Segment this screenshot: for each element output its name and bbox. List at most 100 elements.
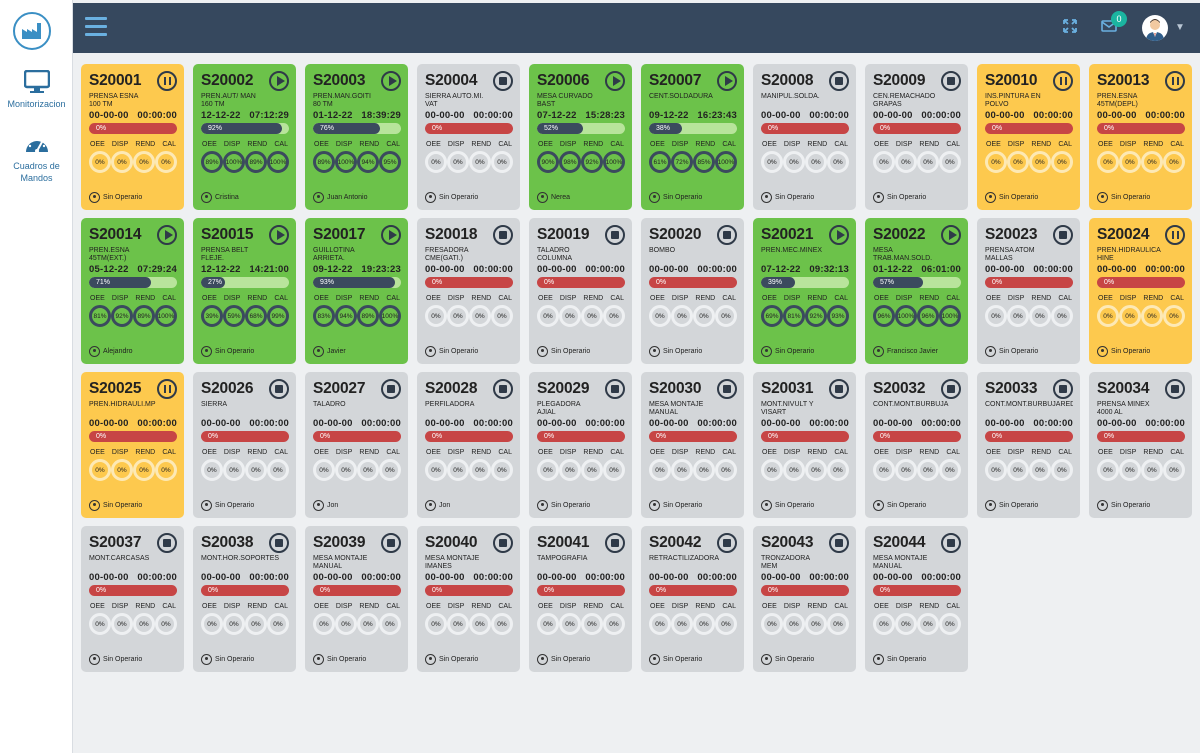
stop-status-icon[interactable] — [941, 533, 961, 553]
machine-card[interactable]: S20031 MONT.NIVULT Y VISART 00-00-00 00:… — [753, 372, 856, 518]
machine-card[interactable]: S20032 CONT.MONT.BURBUJA 00-00-00 00:00:… — [865, 372, 968, 518]
menu-toggle-icon[interactable] — [85, 17, 107, 37]
stop-status-icon[interactable] — [829, 379, 849, 399]
stop-status-icon[interactable] — [829, 533, 849, 553]
machine-id: S20017 — [313, 226, 366, 243]
machine-card[interactable]: S20022 MESA TRAB.MAN.SOLD. 01-12-22 06:0… — [865, 218, 968, 364]
machine-card[interactable]: S20014 PREN.ESNA 45TM(EXT.) 05-12-22 07:… — [81, 218, 184, 364]
machine-card[interactable]: S20020 BOMBO 00-00-00 00:00:00 0% OEE DI… — [641, 218, 744, 364]
machine-card[interactable]: S20008 MANIPUL.SOLDA. 00-00-00 00:00:00 … — [753, 64, 856, 210]
operator-name: Sin Operario — [887, 502, 927, 509]
machine-card[interactable]: S20002 PREN.AUT/ MAN 160 TM 12-12-22 07:… — [193, 64, 296, 210]
play-status-icon[interactable] — [269, 225, 289, 245]
play-status-icon[interactable] — [605, 71, 625, 91]
pause-status-icon[interactable] — [1053, 71, 1073, 91]
machine-card[interactable]: S20023 PRENSA ATOM MALLAS 00-00-00 00:00… — [977, 218, 1080, 364]
machine-card[interactable]: S20018 FRESADORA CME(GATI.) 00-00-00 00:… — [417, 218, 520, 364]
machine-card[interactable]: S20037 MONT.CARCASAS 00-00-00 00:00:00 0… — [81, 526, 184, 672]
stop-status-icon[interactable] — [717, 379, 737, 399]
play-status-icon[interactable] — [829, 225, 849, 245]
machine-card[interactable]: S20041 TAMPOGRAFIA 00-00-00 00:00:00 0% … — [529, 526, 632, 672]
stop-status-icon[interactable] — [717, 225, 737, 245]
stop-status-icon[interactable] — [605, 533, 625, 553]
machine-card[interactable]: S20029 PLEGADORA AJIAL 00-00-00 00:00:00… — [529, 372, 632, 518]
stop-status-icon[interactable] — [493, 533, 513, 553]
machine-card[interactable]: S20042 RETRACTILIZADORA 00-00-00 00:00:0… — [641, 526, 744, 672]
cal-label: CAL — [386, 141, 400, 148]
stop-status-icon[interactable] — [1165, 379, 1185, 399]
machine-card[interactable]: S20004 SIERRA AUTO.MI. VAT 00-00-00 00:0… — [417, 64, 520, 210]
machine-card[interactable]: S20017 GUILLOTINA ARRIETA. 09-12-22 19:2… — [305, 218, 408, 364]
machine-card[interactable]: S20033 CONT.MONT.BURBUJARED 00-00-00 00:… — [977, 372, 1080, 518]
machine-date: 00-00-00 — [425, 110, 465, 121]
machine-card[interactable]: S20044 MESA MONTAJE MANUAL 00-00-00 00:0… — [865, 526, 968, 672]
machine-card[interactable]: S20028 PERFILADORA 00-00-00 00:00:00 0% … — [417, 372, 520, 518]
machine-card[interactable]: S20038 MONT.HOR.SOPORTES 00-00-00 00:00:… — [193, 526, 296, 672]
sidebar-item-monitorizacion[interactable]: Monitorizacion — [0, 70, 73, 110]
stop-status-icon[interactable] — [493, 225, 513, 245]
machine-card[interactable]: S20019 TALADRO COLUMNA 00-00-00 00:00:00… — [529, 218, 632, 364]
pause-status-icon[interactable] — [157, 379, 177, 399]
pause-status-icon[interactable] — [157, 71, 177, 91]
pause-status-icon[interactable] — [1165, 225, 1185, 245]
disp-gauge: 0% — [223, 459, 245, 481]
stop-status-icon[interactable] — [493, 71, 513, 91]
cal-gauge: 100% — [155, 305, 177, 327]
oee-label: OEE — [90, 603, 105, 610]
play-status-icon[interactable] — [941, 225, 961, 245]
stop-status-icon[interactable] — [381, 379, 401, 399]
play-status-icon[interactable] — [381, 71, 401, 91]
machine-card[interactable]: S20024 PREN.HIDRAULICA HINE 00-00-00 00:… — [1089, 218, 1192, 364]
machine-card[interactable]: S20003 PREN.MAN.GOITI 80 TM 01-12-22 18:… — [305, 64, 408, 210]
machine-card[interactable]: S20009 CEN.REMACHADO GRAPAS 00-00-00 00:… — [865, 64, 968, 210]
stop-status-icon[interactable] — [1053, 225, 1073, 245]
machine-card[interactable]: S20006 MESA CURVADO BAST 07-12-22 15:28:… — [529, 64, 632, 210]
play-status-icon[interactable] — [269, 71, 289, 91]
machine-date: 00-00-00 — [985, 264, 1025, 275]
progress-bar: 52% — [537, 123, 625, 134]
stop-status-icon[interactable] — [717, 533, 737, 553]
user-avatar[interactable] — [1142, 15, 1168, 41]
machine-card[interactable]: S20025 PREN.HIDRAULI.MP 00-00-00 00:00:0… — [81, 372, 184, 518]
machine-card[interactable]: S20027 TALADRO 00-00-00 00:00:00 0% OEE … — [305, 372, 408, 518]
progress-percent: 0% — [432, 279, 443, 286]
machine-card[interactable]: S20007 CENT.SOLDADURA 09-12-22 16:23:43 … — [641, 64, 744, 210]
machine-card[interactable]: S20039 MESA MONTAJE MANUAL 00-00-00 00:0… — [305, 526, 408, 672]
disp-gauge: 0% — [447, 151, 469, 173]
machine-name: PLEGADORA AJIAL — [537, 401, 581, 416]
rend-label: REND — [359, 449, 380, 456]
pause-status-icon[interactable] — [1165, 71, 1185, 91]
operator: Sin Operario — [537, 500, 590, 511]
stop-status-icon[interactable] — [941, 71, 961, 91]
machine-card[interactable]: S20034 PRENSA MINEX 4000 AL 00-00-00 00:… — [1089, 372, 1192, 518]
stop-status-icon[interactable] — [269, 379, 289, 399]
play-status-icon[interactable] — [717, 71, 737, 91]
machine-card[interactable]: S20015 PRENSA BELT FLEJE. 12-12-22 14:21… — [193, 218, 296, 364]
machine-card[interactable]: S20026 SIERRA 00-00-00 00:00:00 0% OEE D… — [193, 372, 296, 518]
machine-card[interactable]: S20010 INS.PINTURA EN POLVO 00-00-00 00:… — [977, 64, 1080, 210]
stop-status-icon[interactable] — [941, 379, 961, 399]
stop-status-icon[interactable] — [381, 533, 401, 553]
machine-card[interactable]: S20013 PREN.ESNA 45TM(DEPL) 00-00-00 00:… — [1089, 64, 1192, 210]
stop-status-icon[interactable] — [1053, 379, 1073, 399]
stop-status-icon[interactable] — [605, 225, 625, 245]
stop-status-icon[interactable] — [269, 533, 289, 553]
machine-card[interactable]: S20030 MESA MONTAJE MANUAL 00-00-00 00:0… — [641, 372, 744, 518]
sidebar-item-cuadros-de-mandos[interactable]: Cuadros de Mandos — [0, 134, 73, 184]
stop-status-icon[interactable] — [605, 379, 625, 399]
play-status-icon[interactable] — [381, 225, 401, 245]
machine-card[interactable]: S20021 PREN.MEC.MINEX 07-12-22 09:32:13 … — [753, 218, 856, 364]
stop-status-icon[interactable] — [493, 379, 513, 399]
stop-status-icon[interactable] — [829, 71, 849, 91]
stop-status-icon[interactable] — [157, 533, 177, 553]
progress-percent: 0% — [880, 587, 891, 594]
oee-label: OEE — [202, 449, 217, 456]
progress-bar: 0% — [1097, 277, 1185, 288]
machine-card[interactable]: S20001 PRENSA ESNA 100 TM 00-00-00 00:00… — [81, 64, 184, 210]
factory-logo-icon[interactable] — [13, 12, 51, 50]
chevron-down-icon[interactable]: ▼ — [1175, 22, 1185, 33]
machine-card[interactable]: S20043 TRONZADORA MEM 00-00-00 00:00:00 … — [753, 526, 856, 672]
play-status-icon[interactable] — [157, 225, 177, 245]
machine-card[interactable]: S20040 MESA MONTAJE IMANES 00-00-00 00:0… — [417, 526, 520, 672]
fullscreen-icon[interactable] — [1063, 19, 1077, 33]
